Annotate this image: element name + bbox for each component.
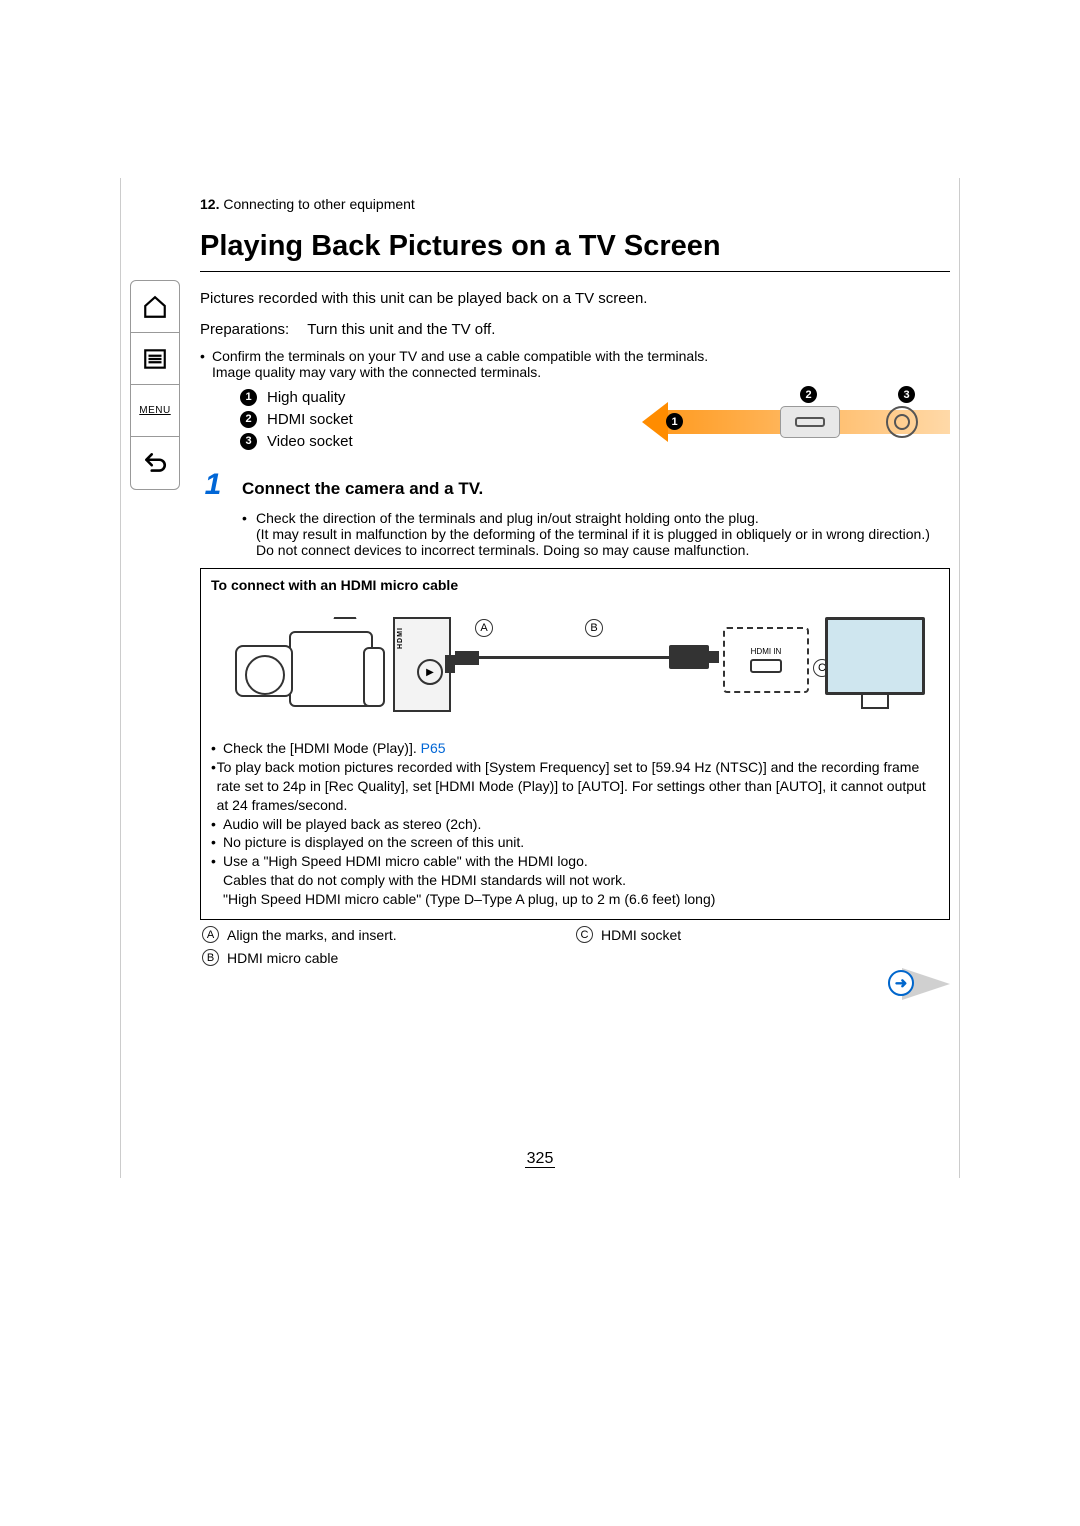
note-7: "High Speed HDMI micro cable" (Type D–Ty… — [223, 890, 715, 909]
cable-plug-tv — [669, 645, 709, 669]
tv-port-panel: HDMI IN — [723, 627, 809, 693]
confirm-line-1: Confirm the terminals on your TV and use… — [212, 348, 708, 364]
note-3: Audio will be played back as stereo (2ch… — [223, 815, 481, 834]
diagram-badge-2: 2 — [800, 386, 817, 403]
cable-plug-camera — [455, 651, 479, 665]
home-icon — [142, 294, 168, 320]
step-bullet-3: Do not connect devices to incorrect term… — [256, 542, 749, 558]
note-5: Use a "High Speed HDMI micro cable" with… — [223, 852, 588, 871]
prep-text: Turn this unit and the TV off. — [307, 321, 495, 338]
sidebar-contents[interactable] — [131, 333, 179, 385]
connect-box-title: To connect with an HDMI micro cable — [211, 577, 939, 593]
step-title: Connect the camera and a TV. — [242, 479, 483, 499]
legend: A Align the marks, and insert. C HDMI sock… — [202, 926, 950, 966]
page-title: Playing Back Pictures on a TV Screen — [200, 230, 950, 272]
camera-port-panel: HDMI — [393, 617, 451, 712]
legend-C-mark: C — [576, 926, 593, 943]
legend-B-text: HDMI micro cable — [227, 950, 338, 966]
step-row: 1 Connect the camera and a TV. — [200, 468, 950, 502]
breadcrumb-title: Connecting to other equipment — [223, 196, 414, 212]
video-socket-shape — [886, 406, 918, 438]
quality-arrow-head — [642, 402, 668, 442]
camera-illustration — [235, 617, 385, 712]
legend-A-text: Align the marks, and insert. — [227, 927, 397, 943]
note-2: To play back motion pictures recorded wi… — [217, 758, 939, 815]
quality-label-1: High quality — [267, 389, 345, 406]
quality-list: 1 High quality 2 HDMI socket 3 Video socket — [240, 386, 353, 452]
page-content: 12. Connecting to other equipment Playin… — [200, 196, 950, 966]
quality-num-1: 1 — [240, 389, 257, 406]
step-bullet-1: Check the direction of the terminals and… — [256, 510, 759, 526]
sidebar-home[interactable] — [131, 281, 179, 333]
diagram-badge-1: 1 — [666, 413, 683, 430]
cable-line — [479, 656, 669, 659]
legend-A-mark: A — [202, 926, 219, 943]
tv-illustration — [825, 617, 925, 695]
connect-notes: •Check the [HDMI Mode (Play)]. P65 •To p… — [211, 739, 939, 909]
diagram-badge-3: 3 — [898, 386, 915, 403]
sidebar-menu-label: MENU — [139, 405, 170, 416]
note-6: Cables that do not comply with the HDMI … — [223, 871, 626, 890]
connect-box: To connect with an HDMI micro cable HDMI… — [200, 568, 950, 920]
sidebar-menu[interactable]: MENU — [131, 385, 179, 437]
back-icon — [142, 450, 168, 476]
hdmi-socket-shape — [780, 406, 840, 438]
confirm-block: •Confirm the terminals on your TV and us… — [200, 348, 950, 380]
continue-arrow-icon: ➜ — [888, 970, 914, 996]
confirm-line-2: Image quality may vary with the connecte… — [212, 364, 541, 380]
list-icon — [142, 346, 168, 372]
quality-row: 1 High quality 2 HDMI socket 3 Video socket… — [240, 386, 950, 456]
sidebar-nav: MENU — [130, 280, 180, 490]
tv-stand — [861, 695, 889, 709]
quality-label-3: Video socket — [267, 433, 353, 450]
legend-C-text: HDMI socket — [601, 927, 681, 943]
quality-diagram: 1 2 3 — [660, 386, 950, 456]
breadcrumb: 12. Connecting to other equipment — [200, 196, 950, 212]
step-number: 1 — [200, 468, 226, 502]
hdmi-in-label: HDMI IN — [751, 647, 782, 656]
sidebar-back[interactable] — [131, 437, 179, 489]
diagram-label-B: B — [585, 619, 603, 637]
step-body: •Check the direction of the terminals an… — [242, 510, 950, 558]
continue-marker[interactable]: ➜ — [870, 960, 950, 1000]
breadcrumb-chapter: 12. — [200, 196, 219, 212]
prep-label: Preparations: — [200, 321, 289, 338]
note-4: No picture is displayed on the screen of… — [223, 833, 524, 852]
note-1: Check the [HDMI Mode (Play)]. P65 — [223, 739, 446, 758]
intro-text: Pictures recorded with this unit can be … — [200, 290, 950, 307]
quality-num-2: 2 — [240, 411, 257, 428]
hdmi-side-label: HDMI — [397, 627, 404, 649]
page-number: 325 — [0, 1150, 1080, 1168]
preparations-row: Preparations: Turn this unit and the TV … — [200, 321, 950, 338]
step-bullet-2: (It may result in malfunction by the def… — [256, 526, 930, 542]
quality-num-3: 3 — [240, 433, 257, 450]
link-p65[interactable]: P65 — [421, 740, 446, 756]
connection-diagram: HDMI A B HDMI IN C — [225, 599, 925, 729]
legend-B-mark: B — [202, 949, 219, 966]
diagram-label-A: A — [475, 619, 493, 637]
quality-label-2: HDMI socket — [267, 411, 353, 428]
